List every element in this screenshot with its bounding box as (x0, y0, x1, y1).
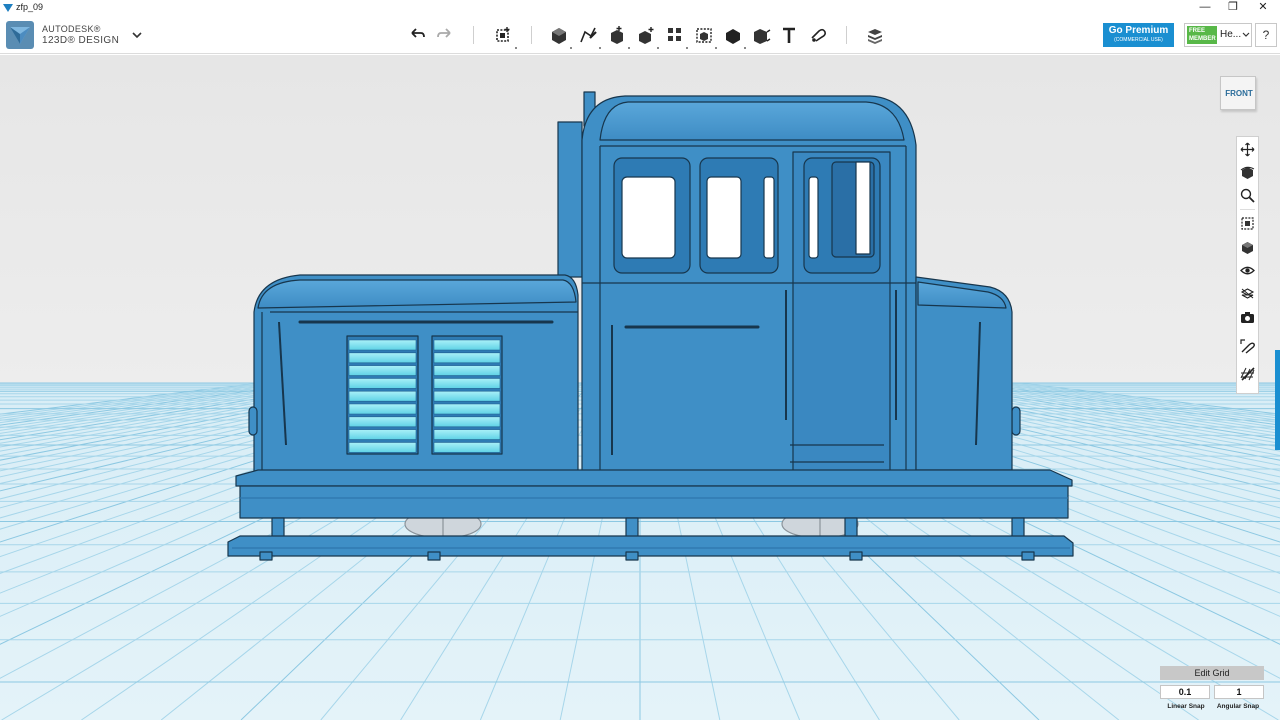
view-cube[interactable]: FRONT (1220, 76, 1258, 112)
navigation-bar (1236, 136, 1259, 394)
combine-icon[interactable] (722, 24, 744, 46)
construct-icon[interactable] (606, 24, 628, 46)
transform-icon[interactable] (492, 24, 514, 46)
snap-toggle-icon[interactable] (1239, 338, 1256, 355)
modify-icon[interactable] (635, 24, 657, 46)
linear-snap-input[interactable]: 0.1 (1160, 685, 1210, 699)
main-toolbar: AUTODESK® 123D® DESIGN Go Premium (COMME… (0, 16, 1280, 54)
view-icon[interactable] (1239, 239, 1256, 256)
angular-snap-label: Angular Snap (1216, 703, 1260, 710)
measure-icon[interactable] (750, 24, 772, 46)
premium-label: Go Premium (1108, 25, 1169, 36)
visibility-icon[interactable] (1239, 262, 1256, 279)
primitives-icon[interactable] (548, 24, 570, 46)
grid-settings-panel: Edit Grid 0.1 1 Linear Snap Angular Snap (1160, 666, 1266, 716)
zoom-icon[interactable] (1239, 187, 1256, 204)
fit-icon[interactable] (1239, 215, 1256, 232)
badge-line1: FREE (1189, 28, 1206, 34)
materials-outline-icon[interactable] (1239, 285, 1256, 302)
material-icon[interactable] (864, 24, 886, 46)
badge-line2: MEMBER (1189, 36, 1216, 42)
view-cube-front-face[interactable]: FRONT (1220, 76, 1256, 110)
free-member-badge: FREE MEMBER (1187, 26, 1217, 44)
go-premium-button[interactable]: Go Premium (COMMERCIAL USE) (1103, 23, 1174, 47)
scene-canvas[interactable] (0, 55, 1280, 720)
help-button[interactable]: ? (1255, 23, 1277, 47)
maximize-button[interactable]: ❐ (1218, 0, 1248, 16)
user-name: He... (1220, 29, 1242, 40)
pan-icon[interactable] (1239, 141, 1256, 158)
close-button[interactable]: ✕ (1248, 0, 1278, 16)
brand-product: 123D® DESIGN (42, 35, 120, 46)
app-menu-chevron-down-icon[interactable] (130, 28, 144, 42)
undo-icon[interactable] (406, 24, 428, 46)
app-logo-icon (3, 4, 13, 12)
snap-icon[interactable] (807, 24, 829, 46)
redo-icon[interactable] (434, 24, 456, 46)
right-scroll-indicator[interactable] (1275, 350, 1280, 450)
orbit-icon[interactable] (1239, 164, 1256, 181)
user-account-menu[interactable]: FREE MEMBER He... (1184, 23, 1252, 47)
window-title: zfp_09 (16, 2, 44, 12)
pattern-icon[interactable] (664, 24, 686, 46)
grid-icon[interactable] (1239, 365, 1256, 382)
premium-sub-label: (COMMERCIAL USE) (1114, 37, 1163, 43)
window-titlebar: zfp_09 — ❐ ✕ (0, 0, 1280, 16)
screenshot-icon[interactable] (1239, 309, 1256, 326)
chevron-down-icon (1242, 32, 1250, 37)
view-cube-label: FRONT (1225, 89, 1253, 98)
edit-grid-button[interactable]: Edit Grid (1160, 666, 1264, 680)
sketch-icon[interactable] (577, 24, 599, 46)
text-icon[interactable] (778, 24, 800, 46)
grouping-icon[interactable] (693, 24, 715, 46)
linear-snap-label: Linear Snap (1167, 703, 1205, 710)
angular-snap-input[interactable]: 1 (1214, 685, 1264, 699)
minimize-button[interactable]: — (1190, 0, 1220, 16)
brand-company: AUTODESK® (42, 24, 101, 34)
app-menu-logo-icon[interactable] (6, 21, 34, 49)
3d-viewport[interactable]: FRONT Edit Grid 0.1 1 Linear Snap Angula… (0, 55, 1280, 720)
